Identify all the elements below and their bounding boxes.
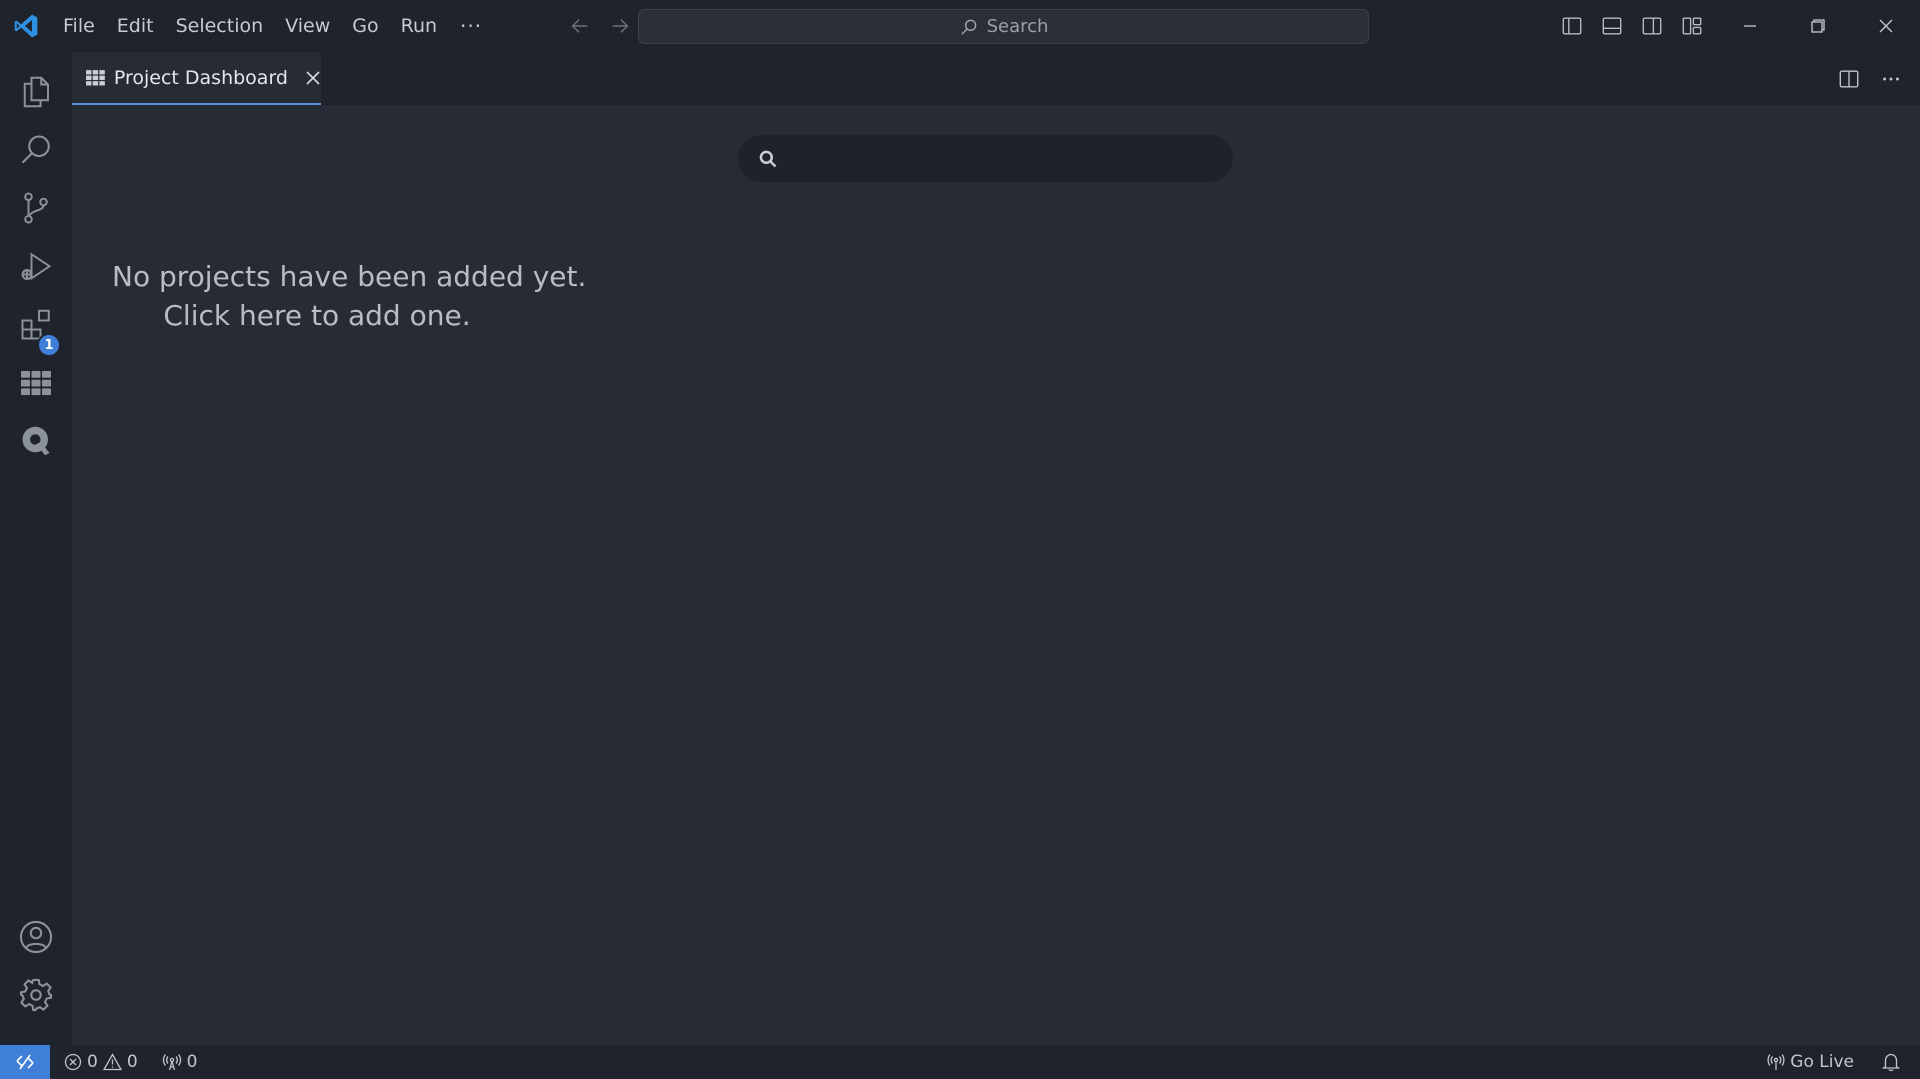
dashboard-search-box[interactable] [738,135,1233,182]
forward-arrow-icon[interactable] [600,8,640,44]
back-arrow-icon[interactable] [560,8,600,44]
extensions-icon[interactable]: 1 [0,295,72,357]
toggle-primary-sidebar-icon[interactable] [1558,8,1586,44]
settings-gear-icon[interactable] [0,965,72,1025]
menu-file[interactable]: File [52,0,106,52]
menu-go[interactable]: Go [341,0,389,52]
search-sidebar-icon[interactable] [0,120,72,180]
dashboard-search-input[interactable] [790,147,1210,170]
more-actions-icon[interactable] [1876,64,1906,94]
split-editor-icon[interactable] [1834,64,1864,94]
ports-indicator[interactable]: 0 [162,1052,198,1072]
menu-more-button[interactable]: ··· [448,0,494,52]
remote-r-icon[interactable] [0,411,72,471]
menu-view[interactable]: View [274,0,341,52]
customize-layout-icon[interactable] [1678,8,1706,44]
broadcast-icon [162,1054,181,1071]
toggle-panel-icon[interactable] [1598,8,1626,44]
project-dashboard-view: No projects have been added yet. Click h… [72,105,1920,1045]
menu-edit[interactable]: Edit [106,0,165,52]
notifications-bell-icon[interactable] [1882,1052,1900,1072]
magnifier-icon [759,150,777,167]
warning-icon [102,1053,122,1071]
vscode-logo-icon [0,0,52,52]
close-window-icon[interactable] [1852,0,1920,52]
tab-close-icon[interactable] [305,70,321,86]
command-center-label: Search [986,16,1049,37]
activity-bar: 1 [0,52,72,1045]
tab-label: Project Dashboard [113,66,288,89]
add-project-link[interactable]: Click here to add one. [112,296,522,335]
project-dashboard-icon[interactable] [0,353,72,413]
menu-bar: File Edit Selection View Go Run ··· [52,0,494,52]
go-live-label: Go Live [1790,1052,1854,1072]
tab-project-dashboard[interactable]: Project Dashboard [72,52,321,105]
menu-selection[interactable]: Selection [165,0,275,52]
ports-count: 0 [186,1052,198,1072]
add-project-message[interactable]: No projects have been added yet. Click h… [112,257,587,335]
minimize-icon[interactable] [1716,0,1784,52]
remote-indicator-icon[interactable] [0,1045,50,1079]
status-bar: 0 0 0 Go Live [0,1045,1920,1079]
go-live-button[interactable]: Go Live [1767,1052,1854,1072]
empty-message-line: No projects have been added yet. [112,260,587,293]
accounts-icon[interactable] [0,907,72,967]
project-dashboard-tab-icon [86,69,105,85]
toggle-secondary-sidebar-icon[interactable] [1638,8,1666,44]
error-count: 0 [87,1052,98,1072]
command-center-search[interactable]: Search [638,9,1369,44]
editor-tab-bar: Project Dashboard [72,52,1920,105]
search-icon [960,19,976,35]
warning-count: 0 [126,1052,138,1072]
source-control-icon[interactable] [0,178,72,238]
error-icon [64,1053,82,1071]
run-debug-icon[interactable] [0,237,72,297]
problems-indicator[interactable]: 0 0 [64,1052,138,1072]
title-bar: File Edit Selection View Go Run ··· Sear… [0,0,1920,52]
explorer-icon[interactable] [0,62,72,122]
broadcast-tower-icon [1767,1054,1785,1070]
restore-icon[interactable] [1784,0,1852,52]
menu-run[interactable]: Run [390,0,448,52]
